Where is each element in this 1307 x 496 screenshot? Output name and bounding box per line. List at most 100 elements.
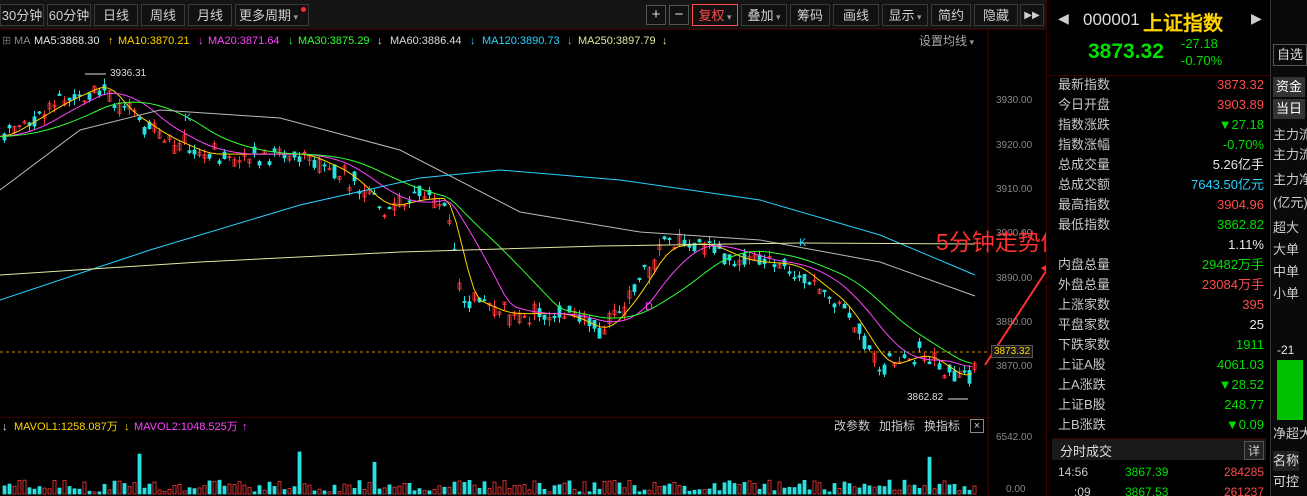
volume-bar — [417, 488, 422, 495]
candle-body — [192, 149, 197, 155]
volume-bar — [477, 488, 482, 495]
volume-bar — [952, 484, 957, 495]
volume-bar — [812, 480, 817, 495]
volume-bar — [842, 481, 847, 495]
volume-bar — [147, 483, 152, 495]
close-icon[interactable]: × — [970, 419, 984, 433]
stat-row: 平盘家数 25 — [1058, 315, 1264, 335]
volume-bar — [27, 487, 32, 495]
volume-bar — [732, 483, 737, 495]
stat-value: 395 — [1242, 297, 1264, 312]
stat-label: 外盘总量 — [1058, 277, 1111, 292]
candle-body — [412, 191, 417, 194]
tick-price: 3867.53 — [1125, 485, 1169, 496]
side-label: 可控 — [1273, 474, 1300, 489]
candle-body — [417, 185, 422, 197]
price-change-pct: -0.70% — [1181, 53, 1223, 68]
volume-bar — [137, 453, 142, 495]
today-tab[interactable]: 当日 — [1273, 99, 1306, 119]
stat-label: 上涨家数 — [1058, 297, 1111, 312]
candle-body — [597, 328, 602, 339]
volume-bar — [712, 483, 717, 495]
volume-bar — [407, 482, 412, 495]
side-label: 主力流 — [1273, 147, 1307, 162]
self-select-button[interactable]: 自选 — [1273, 44, 1307, 66]
volume-bar — [72, 488, 77, 495]
volume-bar — [837, 488, 842, 495]
candle-body — [667, 238, 672, 240]
stat-row: 上证B股 248.77 — [1058, 395, 1264, 415]
volume-bar — [377, 488, 382, 495]
candle-body — [467, 301, 472, 309]
volume-bar — [762, 483, 767, 495]
side-label: 小单 — [1273, 286, 1300, 301]
volume-bar — [132, 482, 137, 495]
tick-title: 分时成交 — [1060, 444, 1113, 459]
stat-label: 内盘总量 — [1058, 257, 1111, 272]
stat-value: 23084万手 — [1201, 277, 1264, 292]
candle-body — [542, 314, 547, 320]
edit-params-button[interactable]: 改参数 — [834, 417, 870, 435]
stat-value: 29482万手 — [1201, 257, 1264, 272]
prev-stock-icon[interactable]: ◀ — [1058, 10, 1069, 27]
price-tick: 3930.00 — [996, 95, 1033, 106]
quote-header: ◀ 000001 上证指数 ▶ 3873.32 -27.18 -0.70% — [1046, 0, 1270, 76]
volume-bar — [412, 490, 417, 495]
side-label: (亿元) — [1273, 195, 1307, 210]
next-stock-icon[interactable]: ▶ — [1251, 10, 1262, 27]
volume-bar — [527, 489, 532, 495]
current-price-tag: 3873.32 — [991, 345, 1034, 358]
volume-bar — [302, 483, 307, 495]
tick-volume: 261237 — [1223, 485, 1264, 496]
candle-body — [697, 239, 702, 243]
candle-body — [322, 164, 327, 167]
volume-bar — [902, 479, 907, 495]
volume-bar — [182, 490, 187, 495]
volume-bar — [942, 480, 947, 495]
volume-bar — [337, 491, 342, 495]
volume-bar — [877, 485, 882, 495]
stat-row: 最新指数 3873.32 — [1058, 75, 1264, 95]
tick-time: :09 — [1074, 485, 1091, 496]
volume-bar — [487, 488, 492, 495]
stat-value: 3904.96 — [1217, 197, 1264, 212]
candle-body — [912, 361, 917, 365]
volume-bar — [357, 480, 362, 495]
candle-body — [282, 154, 287, 159]
vol-tick-top: 6542.00 — [996, 432, 1033, 443]
volume-bar — [637, 491, 642, 495]
stat-value: ▼0.09 — [1225, 417, 1264, 432]
candle-body — [297, 156, 302, 162]
volume-bar — [307, 484, 312, 495]
volume-bar — [787, 486, 792, 495]
candle-body — [842, 303, 847, 309]
volume-bar — [822, 489, 827, 495]
add-indicator-button[interactable]: 加指标 — [879, 417, 915, 435]
volume-bar — [217, 479, 222, 495]
current-price: 3873.32 — [1088, 40, 1164, 63]
volume-bar — [947, 484, 952, 495]
volume-bar — [932, 488, 937, 495]
volume-bar — [387, 484, 392, 495]
volume-bar — [12, 485, 17, 495]
volume-bar — [692, 489, 697, 495]
candle-body — [847, 312, 852, 318]
volume-bar — [612, 480, 617, 495]
volume-bar — [537, 482, 542, 495]
volume-bar — [277, 481, 282, 495]
volume-bar — [887, 479, 892, 495]
volume-bar — [497, 486, 502, 495]
fund-tab[interactable]: 资金 — [1273, 77, 1306, 97]
volume-bar — [742, 482, 747, 495]
volume-bar — [252, 491, 257, 495]
volume-bar — [522, 484, 527, 495]
switch-indicator-button[interactable]: 换指标 — [924, 417, 960, 435]
volume-bar — [352, 488, 357, 495]
volume-bar — [752, 483, 757, 495]
detail-button[interactable]: 详 — [1243, 441, 1264, 460]
volume-bar — [2, 485, 7, 495]
volume-bar — [757, 488, 762, 495]
volume-bar — [542, 488, 547, 495]
price-change: -27.18 — [1181, 36, 1218, 51]
volume-bar — [572, 488, 577, 495]
